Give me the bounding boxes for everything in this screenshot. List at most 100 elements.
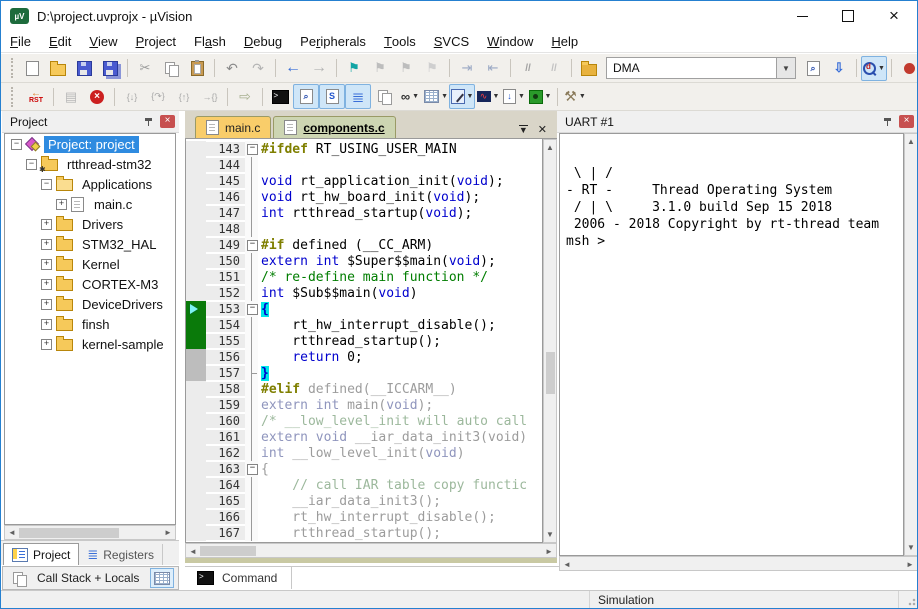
menu-svcs[interactable]: SVCS (425, 31, 478, 52)
code-line-151[interactable]: 151/* re-define main function */ (186, 269, 542, 285)
tree-expander-icon[interactable]: + (41, 299, 52, 310)
configure-tools-icon[interactable]: ⚒▼ (562, 84, 588, 109)
watch-window-dropdown-icon[interactable]: ▼ (412, 93, 419, 100)
fold-column[interactable] (245, 269, 258, 285)
tree-expander-icon[interactable]: − (11, 139, 22, 150)
navigate-forward-icon[interactable]: → (306, 56, 332, 81)
tree-expander-icon[interactable]: + (41, 319, 52, 330)
fold-column[interactable] (245, 253, 258, 269)
insert-bookmark-icon[interactable]: ⚑ (341, 56, 367, 81)
code-line-167[interactable]: 167 rtthread_startup(); (186, 525, 542, 541)
tree-item-devicedrivers[interactable]: +DeviceDrivers (5, 294, 175, 314)
clear-bookmarks-icon[interactable]: ⚑ (419, 56, 445, 81)
tree-item-drivers[interactable]: +Drivers (5, 214, 175, 234)
call-stack-window-icon[interactable] (371, 84, 397, 109)
tab-list-icon[interactable]: ▼ (519, 125, 528, 134)
memory-window-icon[interactable]: ▼ (423, 84, 449, 109)
fold-column[interactable] (245, 333, 258, 349)
project-hscrollbar[interactable]: ◄ ► (4, 525, 176, 540)
cut-icon[interactable]: ✂ (132, 56, 158, 81)
insert-breakpoint-icon[interactable] (896, 56, 918, 81)
tree-item-kernel[interactable]: +Kernel (5, 254, 175, 274)
serial-window-dropdown-icon[interactable]: ▼ (467, 93, 474, 100)
toolbox-icon[interactable]: ▼ (527, 84, 553, 109)
redo-icon[interactable]: ↷ (245, 56, 271, 81)
editor-hscrollbar[interactable]: ◄ ► (185, 543, 557, 558)
tree-item-applications[interactable]: −Applications (5, 174, 175, 194)
code-line-144[interactable]: 144 (186, 157, 542, 173)
fold-column[interactable]: − (245, 461, 258, 477)
copy-icon[interactable] (158, 56, 184, 81)
menu-project[interactable]: Project (127, 31, 185, 52)
fold-column[interactable] (245, 205, 258, 221)
fold-column[interactable]: − (245, 141, 258, 157)
serial-window-icon[interactable]: ▼ (449, 84, 475, 109)
system-viewer-icon[interactable]: ↓▼ (501, 84, 527, 109)
registers-window-icon[interactable]: ≣ (345, 84, 371, 109)
memory-window-button[interactable] (150, 568, 174, 588)
prev-bookmark-icon[interactable]: ⚑ (367, 56, 393, 81)
fold-column[interactable] (245, 493, 258, 509)
code-line-148[interactable]: 148 (186, 221, 542, 237)
find-combo-dropdown-icon[interactable]: ▼ (776, 58, 795, 78)
tree-expander-icon[interactable]: + (41, 339, 52, 350)
fold-column[interactable] (245, 173, 258, 189)
run-to-line-icon[interactable]: →{} (197, 84, 223, 109)
run-icon[interactable]: ▤ (58, 84, 84, 109)
tree-item-main-c[interactable]: +main.c (5, 194, 175, 214)
tree-item-kernel-sample[interactable]: +kernel-sample (5, 334, 175, 354)
tree-item-finsh[interactable]: +finsh (5, 314, 175, 334)
tab-registers[interactable]: ≣Registers (79, 544, 163, 565)
step-out-icon[interactable]: {↑} (171, 84, 197, 109)
analysis-window-icon[interactable]: ▼ (475, 84, 501, 109)
incremental-find-icon[interactable]: ⇩ (826, 56, 852, 81)
new-file-icon[interactable] (19, 56, 45, 81)
fold-column[interactable] (245, 429, 258, 445)
fold-column[interactable] (245, 397, 258, 413)
tree-expander-icon[interactable]: − (26, 159, 37, 170)
tree-item-project-project[interactable]: −Project: project (5, 134, 175, 154)
project-panel-close-icon[interactable] (160, 115, 175, 128)
fold-column[interactable] (245, 381, 258, 397)
step-over-icon[interactable]: {↷} (145, 84, 171, 109)
next-bookmark-icon[interactable]: ⚑ (393, 56, 419, 81)
stop-icon[interactable] (84, 84, 110, 109)
save-all-icon[interactable] (97, 56, 123, 81)
fold-column[interactable] (245, 285, 258, 301)
tab-project[interactable]: Project (3, 543, 79, 565)
fold-column[interactable] (245, 221, 258, 237)
paste-icon[interactable] (184, 56, 210, 81)
tree-expander-icon[interactable]: + (41, 239, 52, 250)
code-line-154[interactable]: 154 rt_hw_interrupt_disable(); (186, 317, 542, 333)
watch-window-icon[interactable]: ∞▼ (397, 84, 423, 109)
system-viewer-dropdown-icon[interactable]: ▼ (518, 93, 525, 100)
tree-expander-icon[interactable]: − (41, 179, 52, 190)
find-combo[interactable]: DMA▼ (606, 57, 796, 79)
command-window-icon[interactable] (267, 84, 293, 109)
tree-expander-icon[interactable]: + (56, 199, 67, 210)
analysis-window-dropdown-icon[interactable]: ▼ (493, 93, 500, 100)
code-line-162[interactable]: 162int __low_level_init(void) (186, 445, 542, 461)
step-into-icon[interactable]: {↓} (119, 84, 145, 109)
uart-hscrollbar[interactable]: ◄ ► (559, 556, 918, 571)
memory-window-dropdown-icon[interactable]: ▼ (441, 93, 448, 100)
find-in-files-icon[interactable] (576, 56, 602, 81)
find-icon[interactable]: ⌕ (800, 56, 826, 81)
fold-column[interactable] (245, 509, 258, 525)
title-bar[interactable]: D:\project.uvprojx - µVision (1, 1, 917, 31)
code-editor[interactable]: 143−#ifdef RT_USING_USER_MAIN144145void … (185, 139, 543, 543)
menu-view[interactable]: View (80, 31, 126, 52)
tree-item-stm32-hal[interactable]: +STM32_HAL (5, 234, 175, 254)
fold-column[interactable] (245, 317, 258, 333)
symbol-window-icon[interactable]: S (319, 84, 345, 109)
comment-icon[interactable]: // (515, 56, 541, 81)
tree-expander-icon[interactable]: + (41, 219, 52, 230)
code-line-166[interactable]: 166 rt_hw_interrupt_disable(); (186, 509, 542, 525)
code-line-152[interactable]: 152int $Sub$$main(void) (186, 285, 542, 301)
fold-column[interactable] (245, 157, 258, 173)
tree-item-rtthread-stm32[interactable]: −rtthread-stm32 (5, 154, 175, 174)
uart-terminal[interactable]: \ | / - RT - Thread Operating System / |… (559, 133, 904, 556)
tree-expander-icon[interactable]: + (41, 259, 52, 270)
tree-expander-icon[interactable]: + (41, 279, 52, 290)
code-line-160[interactable]: 160/* __low_level_init will auto call (186, 413, 542, 429)
